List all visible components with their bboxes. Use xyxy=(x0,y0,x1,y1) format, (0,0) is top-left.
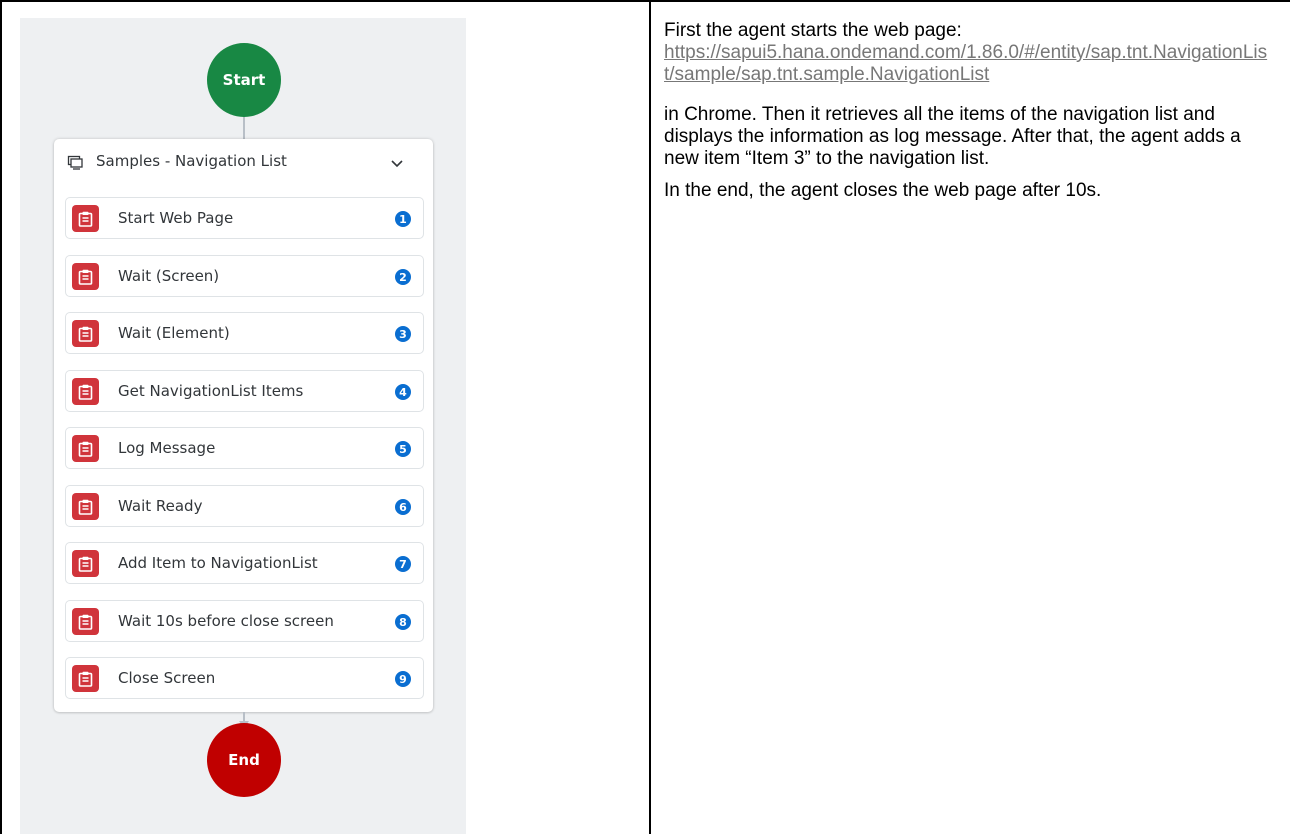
step-number-badge: 4 xyxy=(395,384,411,400)
step-label: Log Message xyxy=(118,439,216,457)
step-label: Add Item to NavigationList xyxy=(118,554,318,572)
step-number-badge: 5 xyxy=(395,441,411,457)
step-number-badge: 3 xyxy=(395,326,411,342)
step-item[interactable]: Get NavigationList Items 4 xyxy=(65,370,424,412)
step-group-title: Samples - Navigation List xyxy=(96,152,287,170)
clipboard-icon xyxy=(72,263,99,290)
step-label: Wait (Element) xyxy=(118,324,230,342)
clipboard-icon xyxy=(72,608,99,635)
step-number-badge: 1 xyxy=(395,211,411,227)
step-label: Get NavigationList Items xyxy=(118,382,304,400)
description-paragraph-3: In the end, the agent closes the web pag… xyxy=(664,180,1102,201)
connector-top xyxy=(243,117,245,139)
start-node[interactable]: Start xyxy=(207,43,281,117)
clipboard-icon xyxy=(72,550,99,577)
column-divider xyxy=(649,0,651,834)
step-item[interactable]: Close Screen 9 xyxy=(65,657,424,699)
step-number-badge: 7 xyxy=(395,556,411,572)
chevron-down-icon[interactable] xyxy=(390,156,404,174)
start-node-label: Start xyxy=(222,71,266,89)
description-cell: First the agent starts the web page: htt… xyxy=(664,20,1274,202)
step-label: Start Web Page xyxy=(118,209,234,227)
step-item[interactable]: Wait Ready 6 xyxy=(65,485,424,527)
step-item[interactable]: Wait (Screen) 2 xyxy=(65,255,424,297)
step-group-header[interactable]: Samples - Navigation List xyxy=(54,139,433,187)
step-item[interactable]: Add Item to NavigationList 7 xyxy=(65,542,424,584)
clipboard-icon xyxy=(72,493,99,520)
flow-canvas: Start Samples - Navigation List Start We… xyxy=(20,18,466,834)
clipboard-icon xyxy=(72,665,99,692)
end-node[interactable]: End xyxy=(207,723,281,797)
sample-url-link[interactable]: https://sapui5.hana.ondemand.com/1.86.0/… xyxy=(664,42,1274,86)
step-item[interactable]: Wait (Element) 3 xyxy=(65,312,424,354)
clipboard-icon xyxy=(72,378,99,405)
step-label: Wait 10s before close screen xyxy=(118,612,334,630)
step-number-badge: 9 xyxy=(395,671,411,687)
clipboard-icon xyxy=(72,435,99,462)
step-item[interactable]: Log Message 5 xyxy=(65,427,424,469)
end-node-label: End xyxy=(228,751,260,769)
screen-icon xyxy=(67,155,84,175)
step-number-badge: 8 xyxy=(395,614,411,630)
step-item[interactable]: Wait 10s before close screen 8 xyxy=(65,600,424,642)
step-group-card[interactable]: Samples - Navigation List Start Web Page… xyxy=(54,139,433,712)
description-paragraph-2: in Chrome. Then it retrieves all the ite… xyxy=(664,104,1241,169)
step-item[interactable]: Start Web Page 1 xyxy=(65,197,424,239)
step-label: Wait Ready xyxy=(118,497,203,515)
description-intro: First the agent starts the web page: xyxy=(664,20,962,41)
step-label: Close Screen xyxy=(118,669,216,687)
clipboard-icon xyxy=(72,205,99,232)
step-number-badge: 6 xyxy=(395,499,411,515)
step-label: Wait (Screen) xyxy=(118,267,220,285)
clipboard-icon xyxy=(72,320,99,347)
step-number-badge: 2 xyxy=(395,269,411,285)
